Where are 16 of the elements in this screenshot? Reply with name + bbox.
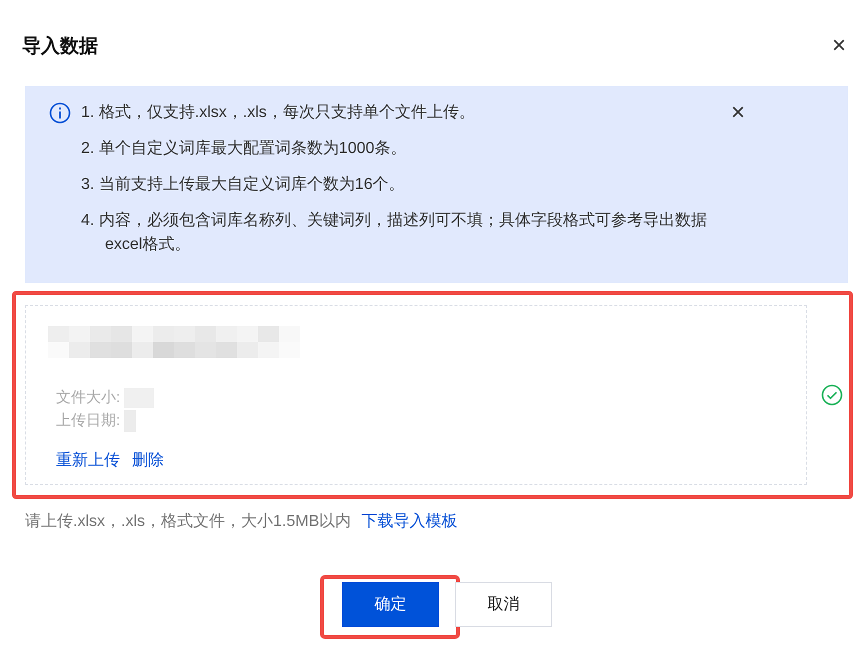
confirm-button[interactable]: 确定: [342, 582, 439, 627]
upload-date-label: 上传日期:: [56, 411, 120, 431]
file-size-label: 文件大小:: [56, 388, 120, 408]
dialog-title: 导入数据: [22, 34, 98, 59]
hint-text: 请上传.xlsx，.xls，格式文件，大小1.5MB以内: [25, 512, 352, 532]
close-button[interactable]: ×: [731, 101, 746, 125]
cancel-button[interactable]: 取消: [455, 582, 552, 627]
notice-text: 2. 单个自定义词库最大配置词条数为1000条。: [81, 138, 408, 159]
info-icon: [49, 102, 71, 124]
notice-text: 4. 内容，必须包含词库名称列、关键词列，描述列可不填；具体字段格式可参考导出数据excel格式。: [81, 210, 708, 255]
action-link[interactable]: 重新上传: [56, 450, 120, 471]
download-template-link[interactable]: 下载导入模板: [361, 511, 458, 532]
notice-text: 3. 当前支持上传最大自定义词库个数为16个。: [81, 174, 406, 195]
notice-text: 1. 格式，仅支持.xlsx，.xls，每次只支持单个文件上传。: [81, 102, 476, 123]
action-link[interactable]: 删除: [132, 450, 164, 471]
close-button[interactable]: ×: [832, 34, 846, 58]
